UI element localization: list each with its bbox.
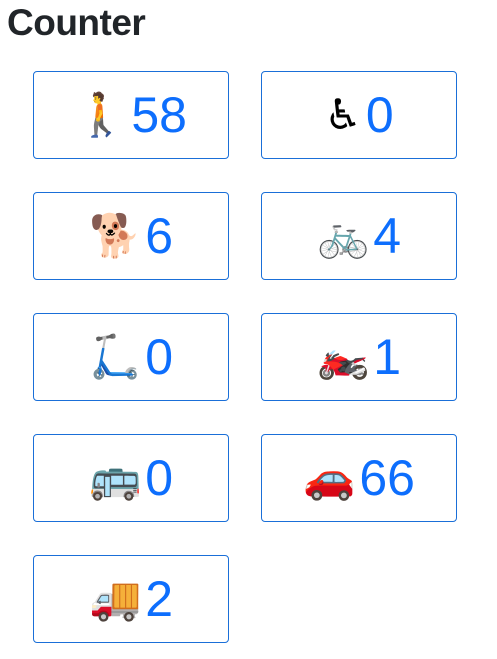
- dog-count: 6: [145, 208, 174, 264]
- wheelchair-count: 0: [365, 87, 394, 143]
- pedestrian-icon: 🚶: [75, 90, 128, 139]
- truck-icon: 🚚: [88, 574, 142, 623]
- bicycle-count: 4: [373, 208, 402, 264]
- motorcycle-icon: 🏍️: [316, 332, 370, 381]
- wheelchair-counter-button[interactable]: ♿ 0: [261, 71, 457, 159]
- bus-icon: 🚌: [88, 453, 142, 502]
- pedestrian-count: 58: [131, 87, 187, 143]
- scooter-counter-button[interactable]: 🛴 0: [33, 313, 229, 401]
- car-count: 66: [359, 450, 415, 506]
- bicycle-counter-button[interactable]: 🚲 4: [261, 192, 457, 280]
- scooter-icon: 🛴: [88, 332, 142, 381]
- truck-count: 2: [145, 571, 174, 627]
- car-counter-button[interactable]: 🚗 66: [261, 434, 457, 522]
- motorcycle-counter-button[interactable]: 🏍️ 1: [261, 313, 457, 401]
- motorcycle-count: 1: [373, 329, 402, 385]
- bus-count: 0: [145, 450, 174, 506]
- car-icon: 🚗: [303, 453, 356, 502]
- bicycle-icon: 🚲: [316, 211, 370, 260]
- dog-icon: 🐕: [88, 211, 142, 260]
- scooter-count: 0: [145, 329, 174, 385]
- pedestrian-counter-button[interactable]: 🚶 58: [33, 71, 229, 159]
- wheelchair-icon: ♿: [324, 90, 362, 139]
- dog-counter-button[interactable]: 🐕 6: [33, 192, 229, 280]
- truck-counter-button[interactable]: 🚚 2: [33, 555, 229, 643]
- page-title: Counter: [7, 2, 146, 43]
- bus-counter-button[interactable]: 🚌 0: [33, 434, 229, 522]
